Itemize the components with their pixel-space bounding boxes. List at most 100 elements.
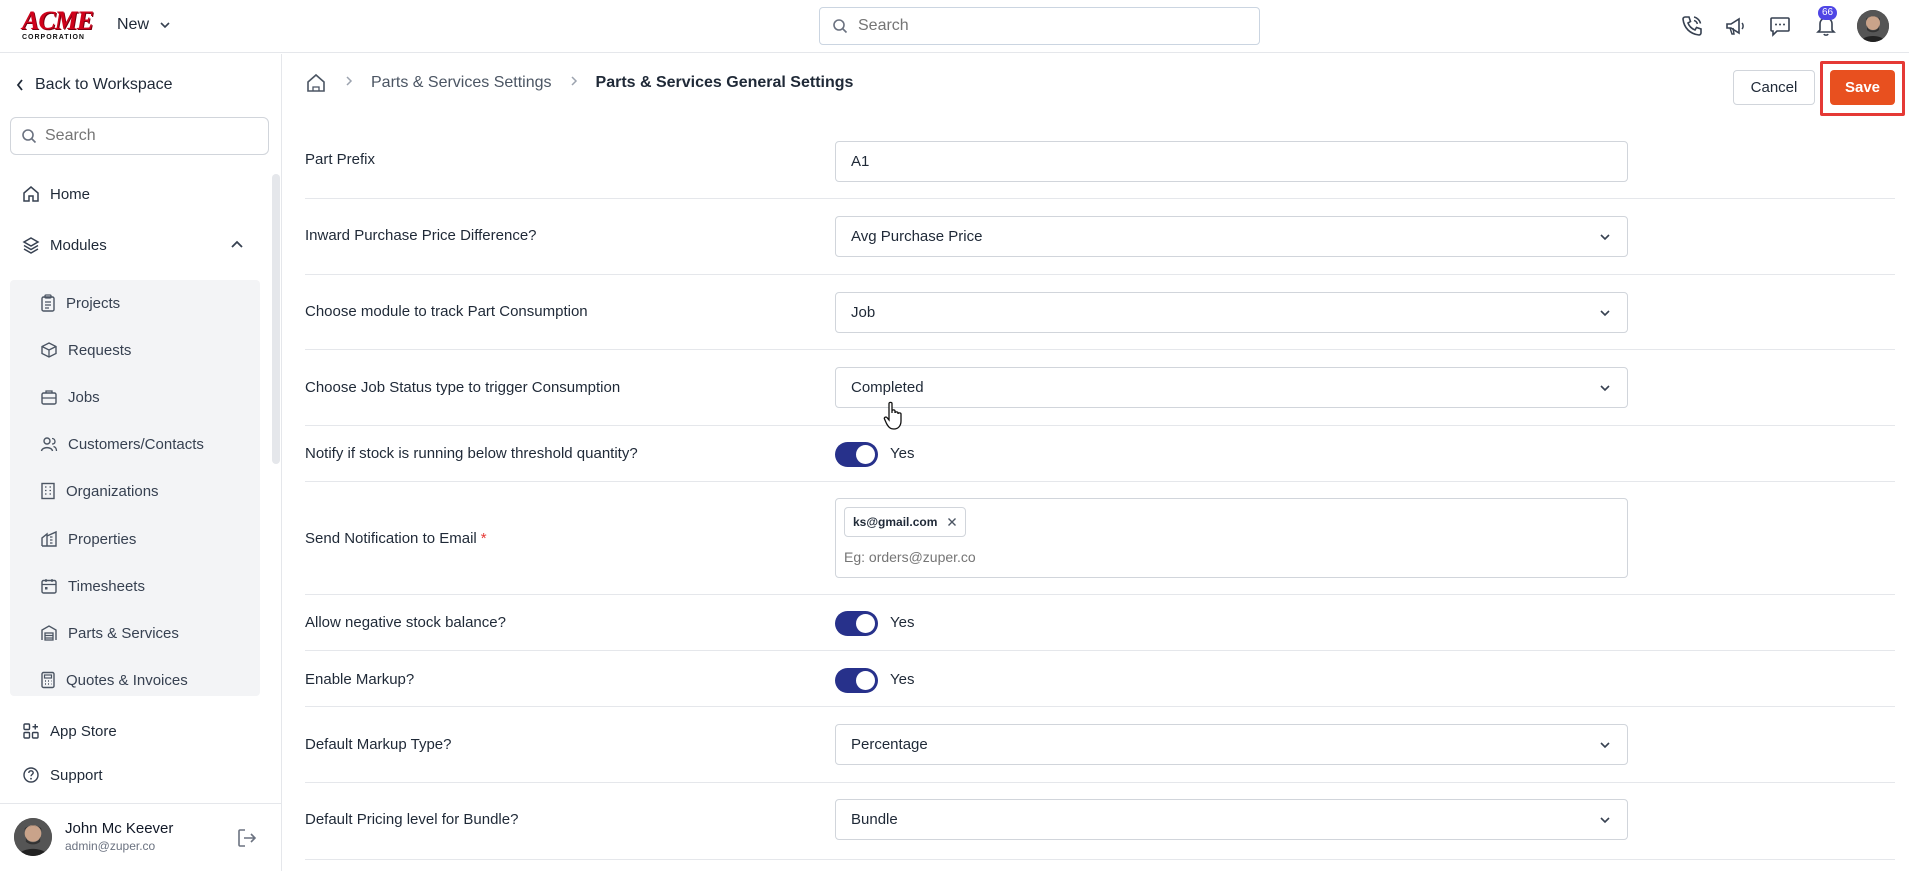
required-mark: * [480, 530, 487, 547]
sidebar-item-projects[interactable]: Projects [40, 294, 120, 312]
breadcrumb-parent[interactable]: Parts & Services Settings [371, 74, 552, 92]
setting-row-part-prefix: Part Prefix [305, 135, 1895, 199]
setting-label: Part Prefix [305, 151, 376, 168]
users-icon [40, 437, 58, 452]
logout-icon[interactable] [236, 827, 258, 849]
setting-row-track-module: Choose module to track Part Consumption … [305, 275, 1895, 350]
chevron-right-icon [345, 74, 353, 92]
sidebar-item-label: Requests [68, 341, 132, 359]
sidebar-item-timesheets[interactable]: Timesheets [40, 577, 145, 595]
sidebar-item-app-store[interactable]: App Store [22, 722, 117, 740]
setting-label: Notify if stock is running below thresho… [305, 445, 638, 462]
enable-markup-toggle[interactable] [835, 668, 878, 693]
sidebar-item-support[interactable]: Support [22, 766, 103, 784]
setting-label: Enable Markup? [305, 671, 415, 688]
search-icon [833, 19, 848, 34]
select-value: Bundle [851, 811, 898, 828]
sidebar-item-requests[interactable]: Requests [40, 341, 131, 359]
setting-label-text: Send Notification to Email [305, 530, 477, 547]
hand-cursor-icon [883, 401, 902, 430]
chevron-left-icon [16, 79, 23, 91]
user-email: admin@zuper.co [65, 839, 156, 853]
chat-icon[interactable] [1766, 12, 1794, 40]
avatar[interactable] [1857, 10, 1889, 42]
global-search[interactable] [819, 7, 1260, 45]
setting-label: Choose module to track Part Consumption [305, 303, 588, 320]
acme-logo[interactable]: ACME CORPORATION [22, 8, 94, 42]
phone-icon[interactable] [1678, 12, 1706, 40]
sidebar-item-label: Parts & Services [68, 624, 179, 642]
sidebar-item-label: Modules [50, 236, 107, 254]
sidebar-item-label: Jobs [68, 388, 100, 406]
sidebar-item-label: Projects [66, 294, 121, 312]
chevron-down-icon [1600, 742, 1610, 749]
select-value: Avg Purchase Price [851, 228, 983, 245]
box-icon [41, 342, 57, 358]
chevron-up-icon[interactable] [230, 237, 244, 251]
help-circle-icon [23, 767, 39, 783]
sidebar-item-home[interactable]: Home [22, 185, 90, 203]
megaphone-icon[interactable] [1722, 12, 1750, 40]
apps-grid-icon [23, 723, 39, 739]
sidebar-item-modules[interactable]: Modules [22, 236, 107, 254]
logo-subtext: CORPORATION [22, 34, 85, 41]
toggle-knob [856, 614, 875, 633]
warehouse-icon [41, 625, 57, 641]
new-button[interactable]: New [117, 16, 171, 34]
setting-label: Default Pricing level for Bundle? [305, 811, 519, 828]
setting-row-enable-markup: Enable Markup? Yes [305, 651, 1895, 707]
sidebar-item-customers[interactable]: Customers/Contacts [40, 435, 204, 453]
setting-row-markup-type: Default Markup Type? Percentage [305, 707, 1895, 783]
sidebar-item-jobs[interactable]: Jobs [40, 388, 100, 406]
sidebar: Back to Workspace Home Modules Projects … [0, 54, 282, 871]
part-prefix-field[interactable] [835, 141, 1628, 182]
bundle-pricing-select[interactable]: Bundle [835, 799, 1628, 840]
chevron-down-icon [1600, 817, 1610, 824]
sidebar-item-label: Home [50, 185, 91, 203]
clipboard-icon [41, 294, 55, 312]
modules-submenu: Projects Requests Jobs Customers/Contact… [10, 280, 260, 696]
user-name: John Mc Keever [65, 820, 174, 837]
chevron-down-icon [1600, 385, 1610, 392]
notify-email-input[interactable] [844, 549, 1544, 565]
negative-stock-toggle[interactable] [835, 611, 878, 636]
markup-type-select[interactable]: Percentage [835, 724, 1628, 765]
sidebar-item-properties[interactable]: Properties [40, 530, 136, 548]
notify-stock-toggle[interactable] [835, 442, 878, 467]
notify-email-field[interactable]: ks@gmail.com [835, 498, 1628, 578]
inward-price-select[interactable]: Avg Purchase Price [835, 216, 1628, 257]
part-prefix-input[interactable] [851, 153, 1591, 170]
select-value: Completed [851, 379, 924, 396]
close-icon[interactable] [947, 517, 957, 527]
global-search-input[interactable] [858, 17, 1238, 35]
setting-label: Inward Purchase Price Difference? [305, 227, 537, 244]
cancel-button[interactable]: Cancel [1733, 70, 1815, 105]
sidebar-item-quotes-invoices[interactable]: Quotes & Invoices [40, 671, 188, 689]
user-card: John Mc Keever admin@zuper.co [0, 803, 282, 871]
setting-label: Send Notification to Email * [305, 530, 487, 547]
building-icon [41, 482, 55, 500]
search-icon [22, 129, 37, 144]
sidebar-item-organizations[interactable]: Organizations [40, 482, 159, 500]
new-label: New [117, 16, 150, 33]
setting-label: Default Markup Type? [305, 736, 452, 753]
save-button[interactable]: Save [1830, 70, 1895, 105]
back-to-workspace-link[interactable]: Back to Workspace [15, 76, 173, 94]
setting-row-job-status: Choose Job Status type to trigger Consum… [305, 350, 1895, 426]
avatar[interactable] [14, 818, 52, 856]
sidebar-item-parts-services[interactable]: Parts & Services [40, 624, 179, 642]
sidebar-scrollbar[interactable] [272, 174, 280, 464]
sidebar-search[interactable] [10, 117, 269, 155]
sidebar-item-label: Customers/Contacts [68, 435, 204, 453]
toggle-value: Yes [890, 671, 915, 688]
email-chip-label: ks@gmail.com [853, 515, 938, 529]
track-module-select[interactable]: Job [835, 292, 1628, 333]
chevron-down-icon [1600, 310, 1610, 317]
notification-badge: 66 [1818, 6, 1838, 20]
calculator-icon [41, 671, 55, 689]
email-chip: ks@gmail.com [844, 507, 967, 537]
sidebar-search-input[interactable] [45, 127, 255, 145]
home-icon[interactable] [305, 72, 327, 94]
sidebar-item-label: Properties [68, 530, 137, 548]
job-status-select[interactable]: Completed [835, 367, 1628, 408]
